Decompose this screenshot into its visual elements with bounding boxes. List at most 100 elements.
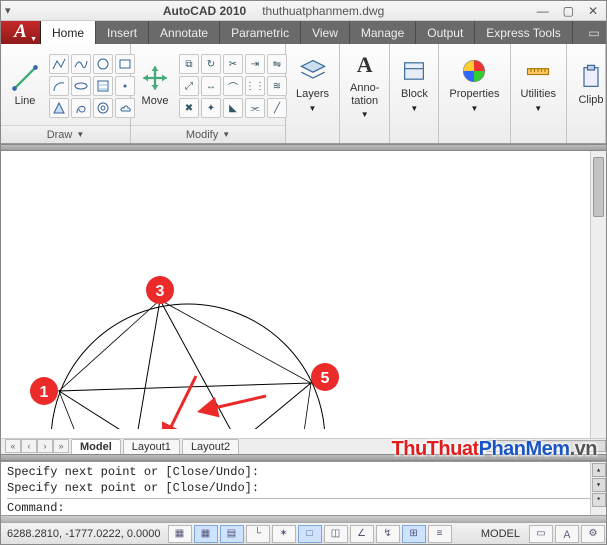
tab-view[interactable]: View — [301, 21, 350, 44]
horizontal-scrollbar[interactable] — [486, 440, 606, 452]
vertical-scrollbar[interactable] — [590, 151, 606, 438]
mirror-button[interactable]: ⇋ — [267, 54, 287, 74]
line-button[interactable]: Line — [5, 48, 45, 124]
svg-text:3: 3 — [156, 283, 165, 300]
chamfer-button[interactable]: ◣ — [223, 98, 243, 118]
status-toggle-infer[interactable]: ▦ — [168, 525, 192, 543]
status-model-label[interactable]: MODEL — [473, 528, 528, 540]
arc-button[interactable] — [49, 76, 69, 96]
app-name: AutoCAD 2010 — [163, 4, 246, 18]
extend-button[interactable]: ⇥ — [245, 54, 265, 74]
panel-utilities[interactable]: Utilities ▼ — [511, 44, 567, 143]
status-bar: 6288.2810, -1777.0222, 0.0000 ▦ ▦ ▤ └ ✶ … — [1, 522, 606, 544]
tab-home[interactable]: Home — [41, 21, 96, 44]
command-scrollbar[interactable]: ▴ ▾ ▪ — [590, 462, 606, 515]
status-toggle-snap[interactable]: ▦ — [194, 525, 218, 543]
sheet-last-button[interactable]: » — [53, 439, 69, 453]
copy-button[interactable]: ⧉ — [179, 54, 199, 74]
modify-flyout-grid: ⧉ ↻ ✂ ⇥ ⇋ ⤢ ↔ ⌒ ⋮⋮ ≋ ✖ ✦ ◣ ⫘ ╱ — [179, 54, 287, 118]
status-toggle-ortho[interactable]: └ — [246, 525, 270, 543]
status-workspace-button[interactable]: ⚙ — [581, 525, 605, 543]
docking-grip-top[interactable] — [1, 144, 606, 151]
panel-title-modify[interactable]: Modify▼ — [131, 125, 285, 143]
circle-button[interactable] — [93, 54, 113, 74]
erase-button[interactable]: ✖ — [179, 98, 199, 118]
panel-clipboard[interactable]: Clipb — [567, 44, 606, 143]
status-toggle-ducs[interactable]: ↯ — [376, 525, 400, 543]
array-button[interactable]: ⋮⋮ — [245, 76, 265, 96]
status-annoscale-button[interactable]: Ａ — [555, 525, 579, 543]
qat-chevron-icon[interactable]: ▾ — [5, 4, 11, 17]
hscroll-left-button[interactable]: ‹ — [470, 439, 484, 453]
helix-button[interactable] — [71, 98, 91, 118]
chevron-down-icon: ▼ — [534, 104, 542, 113]
chevron-down-icon: ▼ — [410, 104, 418, 113]
stretch-button[interactable]: ↔ — [201, 76, 221, 96]
docking-grip-cmd-top[interactable] — [1, 454, 606, 461]
break-button[interactable]: ╱ — [267, 98, 287, 118]
fillet-button[interactable]: ⌒ — [223, 76, 243, 96]
command-line[interactable]: Specify next point or [Close/Undo]: Spec… — [1, 461, 606, 515]
explode-button[interactable]: ✦ — [201, 98, 221, 118]
scroll-down-icon[interactable]: ▾ — [592, 478, 606, 492]
minimize-button[interactable]: — — [537, 4, 549, 18]
offset-button[interactable]: ≋ — [267, 76, 287, 96]
layout-tab-model[interactable]: Model — [71, 439, 121, 454]
panel-properties[interactable]: Properties ▼ — [439, 44, 510, 143]
move-icon — [141, 64, 169, 92]
sheet-first-button[interactable]: « — [5, 439, 21, 453]
tab-parametric[interactable]: Parametric — [220, 21, 301, 44]
scroll-up-icon[interactable]: ▴ — [592, 463, 606, 477]
layout-tab-layout2[interactable]: Layout2 — [182, 439, 239, 454]
drawing-area[interactable]: 1 2 3 4 5 Y X — [1, 151, 606, 438]
status-toggle-dyn[interactable]: ⊞ — [402, 525, 426, 543]
ellipse-button[interactable] — [71, 76, 91, 96]
rotate-button[interactable]: ↻ — [201, 54, 221, 74]
status-toggle-3dosnap[interactable]: ◫ — [324, 525, 348, 543]
quick-access-toolbar: ▾ — [5, 4, 11, 17]
panel-block[interactable]: Block ▼ — [390, 44, 439, 143]
tab-manage[interactable]: Manage — [350, 21, 416, 44]
move-button[interactable]: Move — [135, 48, 175, 124]
panel-annotation[interactable]: A Anno- tation ▼ — [340, 44, 390, 143]
panel-draw: Line Draw▼ — [1, 44, 131, 143]
tab-insert[interactable]: Insert — [96, 21, 149, 44]
layout-tab-bar: « ‹ › » Model Layout1 Layout2 ‹ — [1, 438, 606, 454]
application-menu-button[interactable]: A ▼ — [1, 21, 41, 44]
sheet-next-button[interactable]: › — [37, 439, 53, 453]
panel-title-draw[interactable]: Draw▼ — [1, 125, 130, 143]
ribbon-minimize-button[interactable]: ▭ — [582, 21, 606, 44]
chevron-down-icon: ▼ — [30, 36, 37, 43]
tab-annotate[interactable]: Annotate — [149, 21, 220, 44]
status-quick-view-button[interactable]: ▭ — [529, 525, 553, 543]
panel-layers[interactable]: Layers ▼ — [286, 44, 340, 143]
status-toggle-lwt[interactable]: ≡ — [428, 525, 452, 543]
maximize-button[interactable]: ▢ — [563, 4, 574, 18]
status-toggle-osnap[interactable]: □ — [298, 525, 322, 543]
document-name: thuthuatphanmem.dwg — [262, 4, 384, 18]
tab-express[interactable]: Express Tools — [475, 21, 572, 44]
sheet-nav: « ‹ › » — [5, 439, 69, 453]
clipboard-icon — [577, 63, 605, 91]
spline-button[interactable] — [71, 54, 91, 74]
draw-flyout-grid — [49, 54, 135, 118]
scroll-grip-icon[interactable]: ▪ — [592, 493, 606, 507]
tab-output[interactable]: Output — [416, 21, 475, 44]
status-toggle-grid[interactable]: ▤ — [220, 525, 244, 543]
close-button[interactable]: ✕ — [588, 4, 598, 18]
scale-button[interactable]: ⤢ — [179, 76, 199, 96]
polyline-button[interactable] — [49, 54, 69, 74]
autocad-logo-icon: A — [14, 21, 27, 43]
hatch-button[interactable] — [93, 76, 113, 96]
join-button[interactable]: ⫘ — [245, 98, 265, 118]
trim-button[interactable]: ✂ — [223, 54, 243, 74]
donut-button[interactable] — [93, 98, 113, 118]
sheet-prev-button[interactable]: ‹ — [21, 439, 37, 453]
title-bar: ▾ AutoCAD 2010 thuthuatphanmem.dwg — ▢ ✕ — [1, 1, 606, 21]
measure-icon — [524, 57, 552, 85]
layout-tab-layout1[interactable]: Layout1 — [123, 439, 180, 454]
docking-grip-cmd-bottom[interactable] — [1, 515, 606, 522]
region-button[interactable] — [49, 98, 69, 118]
status-toggle-otrack[interactable]: ∠ — [350, 525, 374, 543]
status-toggle-polar[interactable]: ✶ — [272, 525, 296, 543]
